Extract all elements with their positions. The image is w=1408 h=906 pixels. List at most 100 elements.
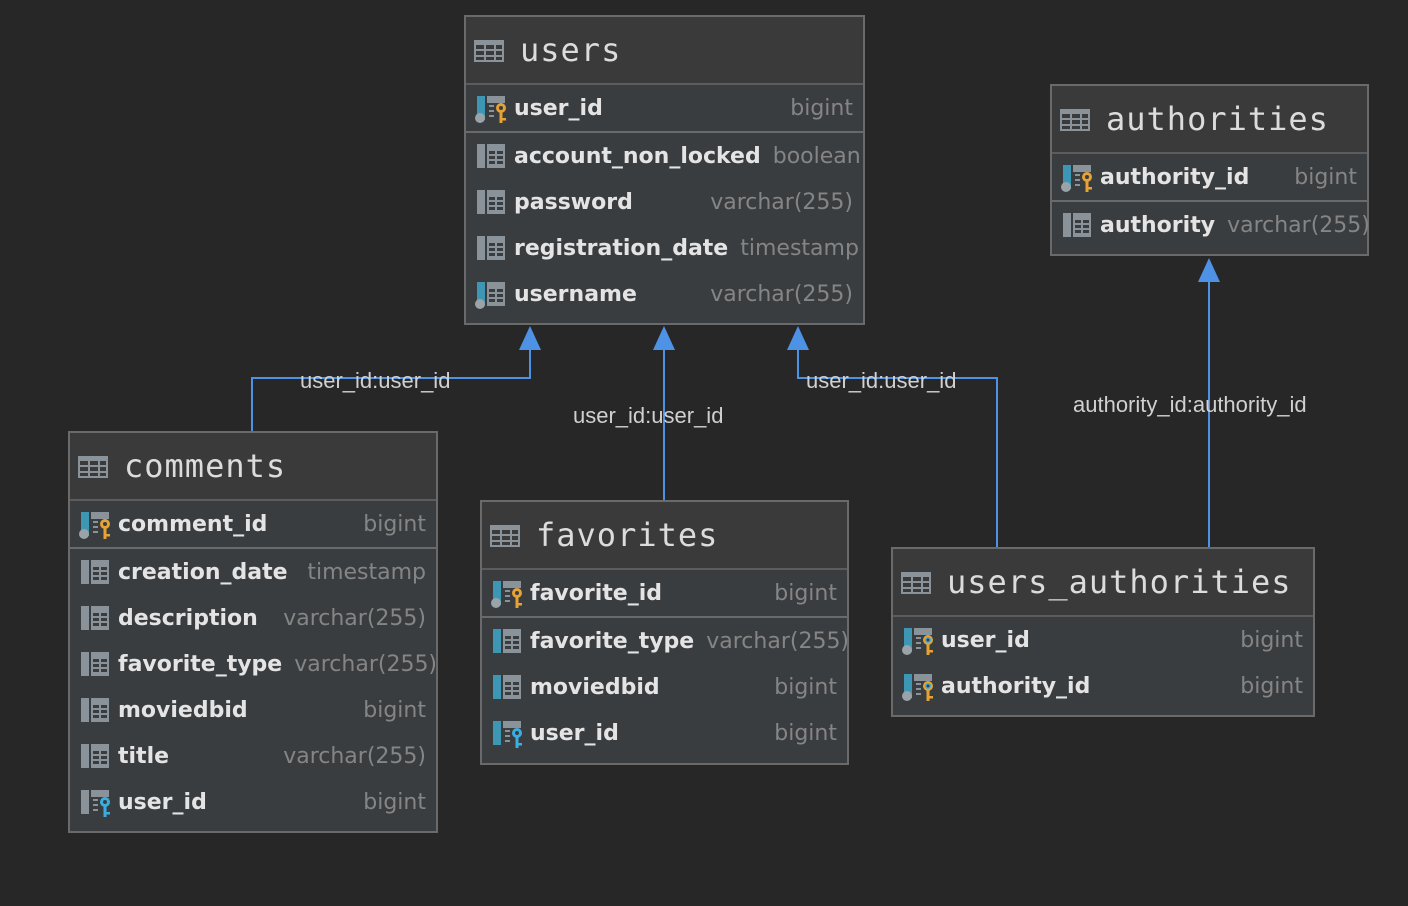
column-name: user_id: [530, 720, 619, 746]
column-row[interactable]: favorite_type varchar(255): [70, 641, 438, 687]
column-row[interactable]: registration_date timestamp: [466, 225, 863, 271]
table-authorities[interactable]: authorities authority_id bigint authority va…: [1050, 84, 1370, 256]
column-row[interactable]: account_non_locked boolean: [466, 133, 863, 179]
primary-key-column-icon: [1061, 165, 1094, 192]
table-name: comments: [124, 447, 287, 485]
column-row[interactable]: authority_id bigint: [893, 663, 1313, 709]
columns-section: authority varchar(255): [1052, 202, 1370, 248]
primary-key-section: user_id bigint: [466, 85, 863, 133]
column-row[interactable]: username varchar(255): [466, 271, 863, 317]
table-icon: [901, 572, 931, 594]
column-name: moviedbid: [118, 697, 248, 723]
column-type: bigint: [774, 720, 837, 746]
column-row[interactable]: user_id bigint: [70, 779, 436, 825]
primary-key-section: comment_id bigint: [70, 501, 436, 549]
column-type: bigint: [774, 674, 837, 700]
column-name: authority: [1100, 212, 1216, 238]
relation-label: user_id:user_id: [573, 403, 723, 428]
column-name: title: [118, 743, 170, 769]
column-type: varchar(255): [710, 281, 853, 307]
column-row[interactable]: favorite_type varchar(255): [482, 618, 850, 664]
table-favorites[interactable]: favorites favorite_id bigint favorite_type v…: [480, 500, 849, 765]
column-icon: [1063, 213, 1091, 237]
column-row[interactable]: password varchar(255): [466, 179, 863, 225]
column-icon: [477, 144, 505, 168]
column-type: bigint: [774, 580, 837, 606]
column-name: user_id: [118, 789, 207, 815]
table-header[interactable]: comments: [70, 433, 436, 501]
columns-section: creation_date timestamp description varchar…: [70, 549, 438, 825]
column-type: varchar(255): [706, 628, 850, 654]
column-name: account_non_locked: [514, 143, 761, 169]
column-name: description: [118, 605, 258, 631]
table-name: favorites: [536, 516, 719, 554]
column-row[interactable]: user_id bigint: [482, 710, 847, 756]
foreign-key-not-null-column-icon: [493, 721, 524, 748]
column-row[interactable]: favorite_id bigint: [482, 570, 847, 616]
table-header[interactable]: users_authorities: [893, 549, 1313, 617]
table-name: authorities: [1106, 100, 1329, 138]
columns-section: account_non_locked boolean password varchar…: [466, 133, 863, 317]
column-icon: [81, 606, 109, 630]
primary-key-section: authority_id bigint: [1052, 154, 1367, 202]
table-icon: [78, 456, 108, 478]
primary-key-column-icon: [79, 512, 112, 539]
unique-not-null-column-icon: [475, 282, 505, 309]
columns-section: favorite_type varchar(255) moviedbid bigint…: [482, 618, 850, 756]
column-type: bigint: [363, 789, 426, 815]
table-header[interactable]: users: [466, 17, 863, 85]
column-type: timestamp: [307, 559, 426, 585]
column-icon: [81, 744, 109, 768]
column-name: username: [514, 281, 637, 307]
arrowhead-icon: [653, 326, 675, 350]
column-name: registration_date: [514, 235, 729, 261]
column-type: bigint: [363, 511, 426, 537]
column-row[interactable]: authority varchar(255): [1052, 202, 1370, 248]
column-type: timestamp: [740, 235, 859, 261]
column-row[interactable]: comment_id bigint: [70, 501, 436, 547]
arrowhead-icon: [1198, 258, 1220, 282]
column-type: varchar(255): [294, 651, 438, 677]
primary-foreign-key-column-icon: [902, 674, 935, 701]
column-name: creation_date: [118, 559, 288, 585]
column-type: varchar(255): [283, 605, 426, 631]
column-type: varchar(255): [710, 189, 853, 215]
column-row[interactable]: creation_date timestamp: [70, 549, 436, 595]
column-row[interactable]: moviedbid bigint: [482, 664, 847, 710]
column-name: comment_id: [118, 511, 268, 537]
column-row[interactable]: user_id bigint: [466, 85, 863, 131]
table-users-authorities[interactable]: users_authorities user_id bigint authority_…: [891, 547, 1315, 717]
column-row[interactable]: description varchar(255): [70, 595, 436, 641]
relation-label: user_id:user_id: [806, 368, 956, 393]
primary-key-section: user_id bigint authority_id bigint: [893, 617, 1313, 709]
column-name: favorite_type: [118, 651, 283, 677]
table-name: users_authorities: [947, 563, 1292, 601]
column-row[interactable]: authority_id bigint: [1052, 154, 1367, 200]
table-icon: [490, 525, 520, 547]
relation-label: user_id:user_id: [300, 368, 450, 393]
primary-key-section: favorite_id bigint: [482, 570, 847, 618]
column-type: bigint: [1294, 164, 1357, 190]
table-header[interactable]: authorities: [1052, 86, 1367, 154]
column-row[interactable]: user_id bigint: [893, 617, 1313, 663]
arrowhead-icon: [787, 326, 809, 350]
table-comments[interactable]: comments comment_id bigint creation_date tim…: [68, 431, 438, 833]
column-name: moviedbid: [530, 674, 660, 700]
arrowhead-icon: [519, 326, 541, 350]
primary-key-column-icon: [491, 581, 524, 608]
column-row[interactable]: title varchar(255): [70, 733, 436, 779]
column-name: user_id: [941, 627, 1030, 653]
table-icon: [474, 40, 504, 62]
column-name: favorite_id: [530, 580, 662, 606]
not-null-column-icon: [493, 675, 521, 699]
table-header[interactable]: favorites: [482, 502, 847, 570]
column-type: boolean: [772, 143, 861, 169]
column-row[interactable]: moviedbid bigint: [70, 687, 436, 733]
primary-key-column-icon: [475, 96, 508, 123]
table-users[interactable]: users user_id bigint account_non_locked bool…: [464, 15, 865, 325]
relation-label: authority_id:authority_id: [1073, 392, 1307, 417]
column-type: bigint: [1240, 627, 1303, 653]
column-name: authority_id: [941, 673, 1091, 699]
column-icon: [477, 236, 505, 260]
not-null-column-icon: [493, 629, 521, 653]
